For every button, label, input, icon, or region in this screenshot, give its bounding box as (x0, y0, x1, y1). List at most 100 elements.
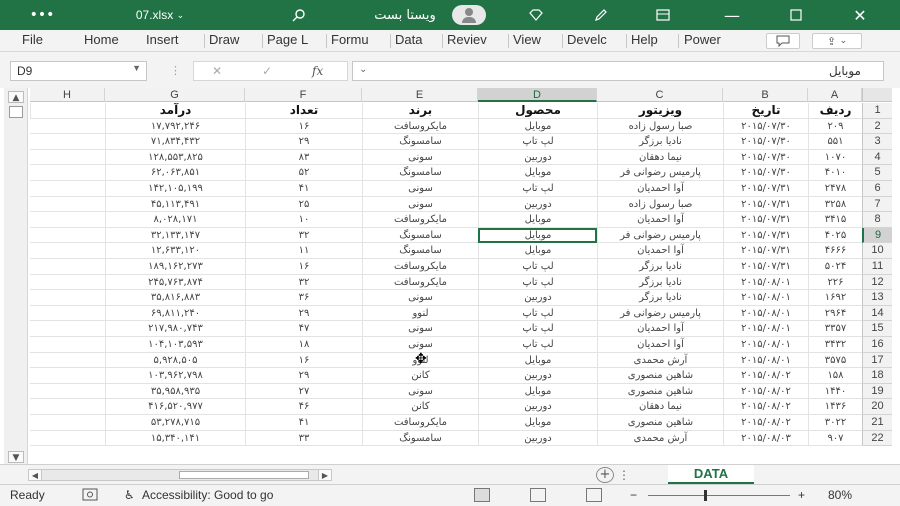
column-header-d[interactable]: D (478, 88, 597, 102)
tab-insert[interactable]: Insert (146, 32, 198, 50)
expand-formula-icon[interactable]: ⌄ (359, 64, 367, 75)
cell-a[interactable]: ۱۶۹۲ (808, 290, 862, 306)
row-header[interactable]: 20 (862, 399, 892, 415)
cell-f[interactable]: ۴۱ (245, 181, 362, 196)
cell-f[interactable]: ۱۱ (245, 243, 362, 259)
cell-c[interactable]: پارمیس رضوانی فر (597, 305, 723, 321)
row-header[interactable]: 8 (862, 212, 892, 228)
more-icon[interactable]: ••• (30, 0, 55, 30)
search-icon[interactable] (288, 0, 310, 30)
file-name-dropdown[interactable]: 07.xlsx ⌄ (120, 0, 200, 30)
cell-d[interactable]: لپ تاپ (478, 305, 597, 321)
cell-g[interactable]: ۲۱۷,۹۸۰,۷۴۳ (105, 321, 245, 337)
cell-g[interactable]: ۱۸۹,۱۶۲,۲۷۳ (105, 259, 245, 274)
cell-g[interactable]: ۵,۹۲۸,۵۰۵ (105, 352, 245, 368)
cell-c[interactable]: پارمیس رضوانی فر (597, 227, 723, 243)
macro-record-icon[interactable] (82, 488, 98, 504)
sheet-tab-data[interactable]: DATA (668, 465, 754, 485)
tab-power[interactable]: Power (684, 32, 738, 50)
cell-g[interactable]: ۱۰۳,۹۶۲,۷۹۸ (105, 368, 245, 384)
cell-f[interactable]: ۲۹ (245, 368, 362, 384)
cell-f[interactable]: ۵۲ (245, 165, 362, 181)
restore-icon[interactable] (784, 0, 808, 30)
cell-a[interactable]: ۳۲۵۸ (808, 196, 862, 212)
cell-c[interactable]: آرش محمدی (597, 352, 723, 368)
cell-f[interactable]: ۳۳ (245, 430, 362, 446)
tab-formulas[interactable]: Formu (331, 32, 385, 50)
column-header-a[interactable]: A (808, 88, 862, 102)
cell-b[interactable]: ۲۰۱۵/۰۷/۳۰ (723, 149, 808, 165)
cell-e[interactable]: سونی (362, 196, 478, 212)
cell-b[interactable]: ۲۰۱۵/۰۸/۰۱ (723, 337, 808, 352)
cell-c[interactable]: نیما دهقان (597, 399, 723, 415)
cell-g[interactable]: ۱۷,۷۹۲,۲۴۶ (105, 118, 245, 134)
cell-a[interactable]: ۴۶۶۶ (808, 243, 862, 259)
cell-c[interactable]: آوا احمدیان (597, 321, 723, 337)
cell-f[interactable]: ۴۷ (245, 321, 362, 337)
row-header[interactable]: 14 (862, 305, 892, 322)
cell-a[interactable]: ۳۴۳۲ (808, 337, 862, 352)
zoom-in-button[interactable]: + (798, 488, 805, 502)
cell-c[interactable]: شاهین منصوری (597, 368, 723, 384)
cell-a[interactable]: ۱۵۸ (808, 368, 862, 384)
scroll-thumb[interactable] (9, 106, 23, 118)
zoom-slider-thumb[interactable] (704, 490, 707, 501)
cell-d[interactable]: دوربین (478, 368, 597, 384)
row-header[interactable]: 4 (862, 149, 892, 166)
vertical-scrollbar[interactable]: ▲ ▼ (4, 88, 28, 464)
row-header[interactable]: 3 (862, 134, 892, 150)
cell-d[interactable]: لپ تاپ (478, 321, 597, 337)
cell-b[interactable]: ۲۰۱۵/۰۷/۳۰ (723, 134, 808, 150)
column-header-g[interactable]: G (105, 88, 245, 102)
cell-g[interactable]: ۱۲,۶۳۳,۱۲۰ (105, 243, 245, 259)
cell-e[interactable]: سونی (362, 337, 478, 352)
cell-d[interactable]: موبایل (478, 118, 597, 134)
header-cell-d[interactable]: محصول (478, 103, 597, 118)
cell-f[interactable]: ۲۷ (245, 383, 362, 399)
row-header[interactable]: 13 (862, 290, 892, 306)
header-cell-c[interactable]: ویزیتور (597, 103, 723, 118)
tab-file[interactable]: File (22, 32, 56, 50)
cell-g[interactable]: ۱۵,۳۴۰,۱۴۱ (105, 430, 245, 446)
row-header[interactable]: 15 (862, 321, 892, 337)
cell-b[interactable]: ۲۰۱۵/۰۸/۰۱ (723, 305, 808, 321)
cell-f[interactable]: ۳۶ (245, 290, 362, 306)
cell-b[interactable]: ۲۰۱۵/۰۸/۰۲ (723, 368, 808, 384)
cell-b[interactable]: ۲۰۱۵/۰۷/۳۱ (723, 227, 808, 243)
row-header[interactable]: 1 (862, 103, 892, 119)
pen-icon[interactable] (590, 0, 612, 30)
cell-g[interactable]: ۱۰۴,۱۰۳,۵۹۳ (105, 337, 245, 352)
cell-g[interactable]: ۶۹,۸۱۱,۲۴۰ (105, 305, 245, 321)
drag-handle-icon[interactable]: ⋮ (170, 64, 181, 77)
cell-b[interactable]: ۲۰۱۵/۰۷/۳۱ (723, 181, 808, 196)
cell-a[interactable]: ۴۰۲۵ (808, 227, 862, 243)
ribbon-display-icon[interactable] (652, 0, 674, 30)
cell-f[interactable]: ۳۲ (245, 227, 362, 243)
cell-b[interactable]: ۲۰۱۵/۰۸/۰۱ (723, 352, 808, 368)
cell-e[interactable]: مایکروسافت (362, 274, 478, 290)
cell-e[interactable]: سامسونگ (362, 165, 478, 181)
tab-developer[interactable]: Develc (567, 32, 621, 50)
cell-d[interactable]: لپ تاپ (478, 181, 597, 196)
tab-view[interactable]: View (513, 32, 557, 50)
cell-b[interactable]: ۲۰۱۵/۰۸/۰۲ (723, 415, 808, 430)
name-box[interactable]: D9 ▼ (10, 61, 147, 81)
cell-f[interactable]: ۸۳ (245, 149, 362, 165)
cell-a[interactable]: ۵۰۲۴ (808, 259, 862, 274)
cell-d[interactable]: لپ تاپ (478, 134, 597, 150)
cell-f[interactable]: ۱۸ (245, 337, 362, 352)
column-header-e[interactable]: E (362, 88, 478, 102)
cell-c[interactable]: نادیا برزگر (597, 259, 723, 274)
minimize-icon[interactable]: — (720, 0, 744, 30)
cell-c[interactable]: نادیا برزگر (597, 290, 723, 306)
cell-e[interactable]: سونی (362, 321, 478, 337)
cancel-icon[interactable]: ✕ (212, 64, 222, 78)
cell-e[interactable]: مایکروسافت (362, 415, 478, 430)
cell-a[interactable]: ۳۳۵۷ (808, 321, 862, 337)
zoom-out-button[interactable]: − (630, 488, 637, 502)
row-header[interactable]: 7 (862, 196, 892, 213)
scroll-down-icon[interactable]: ▼ (8, 451, 24, 463)
cell-f[interactable]: ۲۵ (245, 196, 362, 212)
page-break-view-icon[interactable] (586, 488, 602, 502)
cell-c[interactable]: صبا رسول زاده (597, 118, 723, 134)
